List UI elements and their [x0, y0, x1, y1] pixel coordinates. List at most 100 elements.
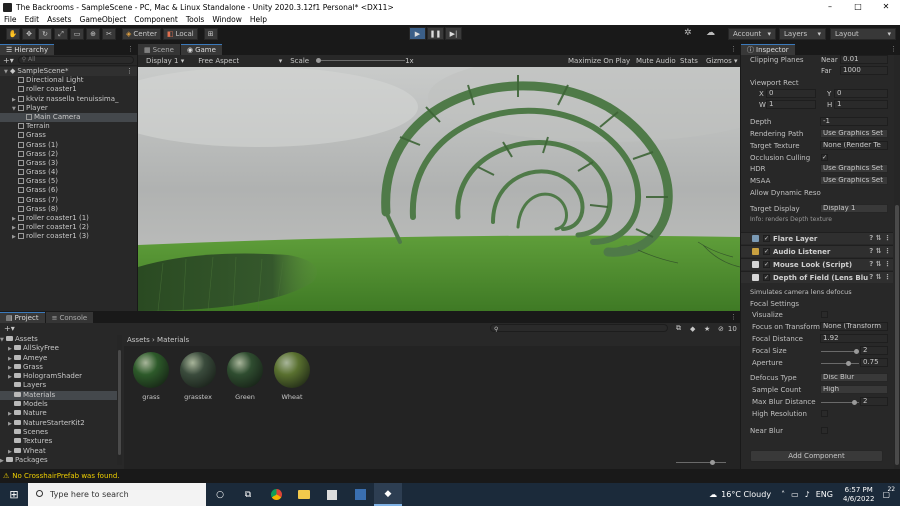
hierarchy-item[interactable]: ▶ roller coaster1 (1): [0, 214, 137, 223]
collab-icon[interactable]: ✲: [684, 28, 692, 38]
folder-item[interactable]: Scenes: [0, 428, 118, 437]
thumbnail-size-slider[interactable]: [676, 462, 726, 463]
grid-snap-icon[interactable]: ⊞: [203, 28, 218, 40]
windows-start-icon[interactable]: ⊞: [0, 488, 28, 501]
hierarchy-item[interactable]: Grass (2): [0, 150, 137, 159]
menu-component[interactable]: Component: [134, 15, 178, 24]
sample-count-dropdown[interactable]: High: [820, 385, 888, 394]
folder-item[interactable]: Textures: [0, 437, 118, 446]
display-dropdown[interactable]: Display 1 ▾: [142, 57, 184, 65]
create-button[interactable]: +▾: [3, 56, 14, 65]
chrome-icon[interactable]: [262, 483, 290, 506]
hierarchy-item[interactable]: Terrain: [0, 122, 137, 131]
aperture-slider[interactable]: [821, 363, 859, 364]
tray-chevron-icon[interactable]: ˄: [781, 490, 785, 499]
hierarchy-item[interactable]: Grass (1): [0, 141, 137, 150]
folder-item[interactable]: ▶ Nature: [0, 409, 118, 418]
folder-item[interactable]: ▶ Wheat: [0, 447, 118, 456]
hand-tool-icon[interactable]: ✋: [6, 28, 20, 40]
transform-tool-icon[interactable]: ⊕: [86, 28, 100, 40]
menu-window[interactable]: Window: [212, 15, 242, 24]
asset-item[interactable]: Green: [225, 352, 265, 401]
menu-help[interactable]: Help: [250, 15, 267, 24]
hierarchy-item[interactable]: Grass: [0, 131, 137, 140]
viewport-h-field[interactable]: 1: [834, 100, 888, 109]
play-button[interactable]: ▶: [409, 27, 426, 40]
component-mouse-look[interactable]: ✓ Mouse Look (Script) ? ⇅ ⋮: [741, 258, 893, 270]
target-display-dropdown[interactable]: Display 1: [820, 204, 888, 213]
menu-assets[interactable]: Assets: [47, 15, 71, 24]
folder-item[interactable]: ▶ Ameye: [0, 354, 118, 363]
mouse-look-checkbox[interactable]: ✓: [763, 261, 770, 268]
focal-distance-field[interactable]: 1.92: [820, 334, 888, 343]
filter-type-icon[interactable]: ⧉: [676, 324, 681, 333]
project-tree-scroll-thumb[interactable]: [118, 350, 121, 455]
viewport-y-field[interactable]: 0: [834, 89, 888, 98]
close-button[interactable]: ✕: [872, 0, 900, 14]
tab-inspector[interactable]: ⓘ Inspector: [741, 44, 795, 55]
hierarchy-item[interactable]: roller coaster1: [0, 85, 137, 94]
network-icon[interactable]: ▭: [791, 490, 799, 499]
aperture-slider-knob[interactable]: [846, 361, 851, 366]
taskbar-search-input[interactable]: Type here to search: [28, 483, 206, 506]
scale-slider[interactable]: [313, 56, 406, 65]
scene-menu-icon[interactable]: ⋮: [126, 67, 133, 76]
task-view-icon[interactable]: ⧉: [234, 483, 262, 506]
favorite-icon[interactable]: ★: [704, 325, 710, 333]
depth-field[interactable]: -1: [820, 117, 888, 126]
rect-tool-icon[interactable]: ▭: [70, 28, 84, 40]
folder-item[interactable]: Layers: [0, 381, 118, 390]
depth-of-field-checkbox[interactable]: ✓: [763, 274, 770, 281]
status-bar[interactable]: ⚠ No CrosshairPrefab was found.: [0, 469, 900, 483]
step-button[interactable]: ▶|: [445, 27, 462, 40]
focal-size-slider-knob[interactable]: [854, 349, 859, 354]
hierarchy-item[interactable]: ▼ Player: [0, 104, 137, 113]
hierarchy-item[interactable]: ▶ kkviz nassella tenuissima_: [0, 95, 137, 104]
folder-item[interactable]: ▶ AllSkyFree: [0, 344, 118, 353]
layout-dropdown[interactable]: Layout ▾: [830, 28, 896, 40]
inspector-scroll-thumb[interactable]: [895, 205, 899, 465]
menu-file[interactable]: File: [4, 15, 17, 24]
focal-size-field[interactable]: 2: [860, 346, 888, 355]
component-controls-icon[interactable]: ? ⇅ ⋮: [869, 260, 891, 268]
custom-tool-icon[interactable]: ✂: [102, 28, 116, 40]
folder-item[interactable]: Materials: [0, 390, 118, 401]
pivot-toggle[interactable]: ◈ Center: [122, 28, 161, 40]
mute-audio-toggle[interactable]: Mute Audio: [636, 57, 676, 65]
msaa-dropdown[interactable]: Use Graphics Set: [820, 176, 888, 185]
hierarchy-search-input[interactable]: ⚲ All: [17, 56, 134, 64]
visual-studio-icon[interactable]: [346, 483, 374, 506]
hierarchy-item[interactable]: Grass (4): [0, 168, 137, 177]
scale-slider-knob[interactable]: [316, 58, 322, 63]
folder-assets-root[interactable]: ▼ Assets: [0, 335, 118, 344]
max-blur-slider-knob[interactable]: [852, 400, 857, 405]
breadcrumb[interactable]: Assets › Materials: [124, 335, 740, 346]
menu-tools[interactable]: Tools: [186, 15, 204, 24]
component-depth-of-field[interactable]: ✓ Depth of Field (Lens Blu ? ⇅ ⋮: [741, 271, 893, 283]
filter-label-icon[interactable]: ◆: [690, 325, 695, 333]
scale-tool-icon[interactable]: ⤢: [54, 28, 68, 40]
target-texture-field[interactable]: None (Render Te: [820, 141, 888, 150]
hierarchy-item[interactable]: Grass (8): [0, 205, 137, 214]
menu-edit[interactable]: Edit: [25, 15, 40, 24]
project-tree-scrollbar[interactable]: [117, 335, 122, 465]
hierarchy-item[interactable]: ▶ roller coaster1 (3): [0, 232, 137, 241]
panel-menu-icon[interactable]: ⋮: [730, 312, 737, 323]
rendering-path-dropdown[interactable]: Use Graphics Set: [820, 129, 888, 138]
hierarchy-scene-root[interactable]: ▼ ◆ SampleScene* ⋮: [0, 67, 137, 77]
gizmos-dropdown[interactable]: Gizmos ▾: [702, 57, 738, 65]
thumbnail-size-knob[interactable]: [710, 460, 715, 465]
hierarchy-item[interactable]: Main Camera: [0, 112, 137, 123]
defocus-type-dropdown[interactable]: Disc Blur: [820, 373, 888, 382]
weather-text[interactable]: 16°C Cloudy: [721, 490, 771, 499]
cortana-icon[interactable]: ○: [206, 483, 234, 506]
maximize-button[interactable]: □: [844, 0, 872, 14]
panel-menu-icon[interactable]: ⋮: [127, 44, 134, 55]
component-controls-icon[interactable]: ? ⇅ ⋮: [869, 247, 891, 255]
hierarchy-item[interactable]: Grass (3): [0, 159, 137, 168]
maximize-on-play-toggle[interactable]: Maximize On Play: [568, 57, 630, 65]
hierarchy-item[interactable]: ▶ roller coaster1 (2): [0, 223, 137, 232]
folder-packages[interactable]: ▶ Packages: [0, 456, 118, 465]
inspector-scrollbar[interactable]: [894, 55, 900, 469]
max-blur-field[interactable]: 2: [860, 397, 888, 406]
